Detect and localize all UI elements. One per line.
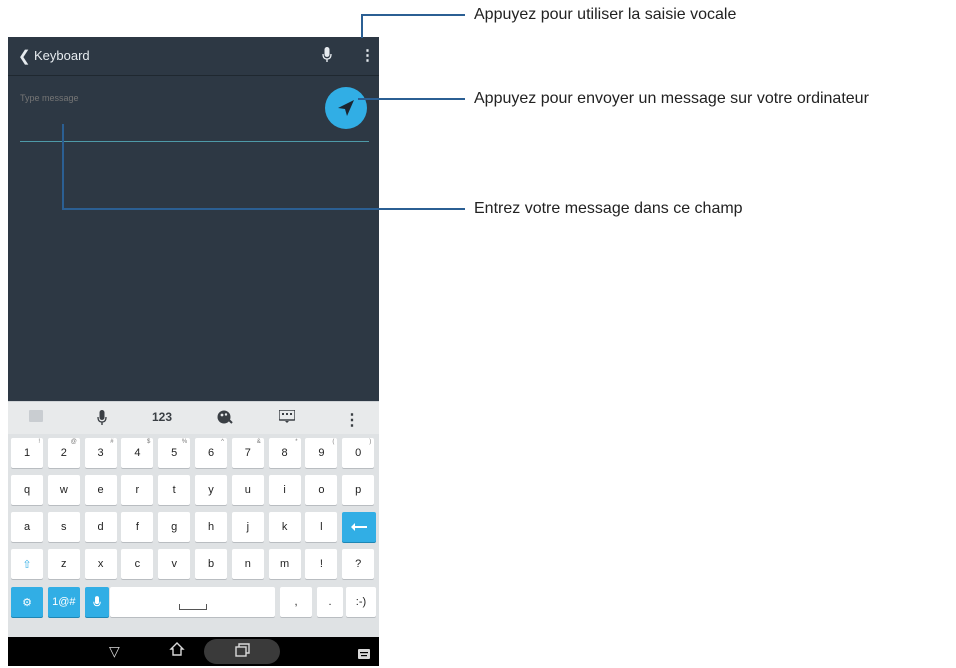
key-1[interactable]: 1! — [11, 438, 43, 468]
key-b[interactable]: b — [195, 549, 227, 579]
key-o[interactable]: o — [305, 475, 338, 505]
key-e[interactable]: e — [84, 475, 117, 505]
key-r[interactable]: r — [121, 475, 154, 505]
key-t[interactable]: t — [158, 475, 191, 505]
home-icon[interactable] — [169, 641, 185, 660]
voice-key[interactable] — [84, 587, 109, 617]
key-z[interactable]: z — [47, 549, 80, 579]
key-i[interactable]: i — [268, 475, 301, 505]
space-key[interactable] — [110, 587, 275, 617]
page-title: Keyboard — [34, 48, 90, 63]
key-f[interactable]: f — [121, 512, 154, 542]
microphone-icon — [92, 595, 101, 606]
numeric-layout-button[interactable]: 123 — [146, 410, 178, 428]
key-x[interactable]: x — [84, 549, 117, 579]
key-8[interactable]: 8 * — [268, 438, 301, 468]
callout-send-text: Appuyez pour envoyer un message sur votr… — [474, 90, 869, 107]
keyboard-toolbar: 123 ⋮ — [8, 401, 379, 435]
key-?[interactable]: ? — [342, 549, 375, 579]
send-icon — [338, 100, 354, 116]
app-bar: ❮ Keyboard ⋮ — [8, 37, 379, 76]
key-k[interactable]: k — [268, 512, 301, 542]
send-button[interactable] — [325, 87, 367, 129]
key-d[interactable]: d — [84, 512, 117, 542]
key-4[interactable]: 4 $ — [121, 438, 154, 468]
key-2[interactable]: 2 @ — [47, 438, 80, 468]
navigation-bar: ▽ — [8, 637, 379, 666]
callout-line-field-vertical — [62, 124, 64, 210]
key-6[interactable]: 6 ^ — [195, 438, 227, 468]
callout-voice-text: Appuyez pour utiliser la saisie vocale — [474, 6, 737, 23]
enter-key[interactable] — [342, 512, 376, 542]
more-vert-icon[interactable]: ⋮ — [360, 46, 375, 64]
callout-line-field — [62, 208, 465, 210]
keyboard-hide-icon[interactable] — [26, 410, 46, 428]
callout-field-text: Entrez votre message dans ce champ — [474, 200, 743, 217]
callout-line-voice — [361, 14, 465, 16]
back-nav-icon[interactable]: ▽ — [109, 643, 120, 660]
space-icon — [178, 604, 207, 610]
shift-icon: ⇧ — [22, 558, 32, 571]
key-l[interactable]: l — [305, 512, 338, 542]
key-y[interactable]: y — [195, 475, 227, 505]
key-j[interactable]: j — [231, 512, 264, 542]
enter-icon — [351, 523, 368, 531]
key-9[interactable]: 9( — [305, 438, 338, 468]
key-5[interactable]: 5% — [158, 438, 191, 468]
key-m[interactable]: m — [268, 549, 301, 579]
microphone-icon[interactable] — [322, 47, 332, 66]
message-underline — [20, 141, 369, 142]
key-h[interactable]: h — [195, 512, 227, 542]
callout-line-send — [358, 98, 465, 100]
key-n[interactable]: n — [231, 549, 264, 579]
key-![interactable]: ! — [305, 549, 338, 579]
keyboard-switch-icon[interactable] — [358, 646, 370, 662]
symbols-key[interactable]: 1@# — [47, 587, 80, 617]
key-u[interactable]: u — [231, 475, 264, 505]
recent-apps-icon[interactable] — [235, 643, 251, 660]
comma-key[interactable]: , — [280, 587, 312, 617]
microphone-icon[interactable] — [92, 410, 112, 428]
key-g[interactable]: g — [158, 512, 191, 542]
key-w[interactable]: w — [47, 475, 80, 505]
key-p[interactable]: p — [342, 475, 375, 505]
message-input[interactable] — [20, 91, 300, 105]
shift-key-left[interactable]: ⇧ — [11, 549, 43, 579]
callout-line-voice-vertical — [361, 14, 363, 38]
keyboard-layout-icon[interactable] — [276, 409, 298, 428]
key-0[interactable]: 0) — [342, 438, 375, 468]
key-s[interactable]: s — [47, 512, 80, 542]
keyboard: 1! 2 @3 #4 $5% 6 ^ 7 & 8 * 9(0) q w e r t y u i o p a s d f g h j k l ⇧… — [8, 434, 379, 637]
settings-key[interactable]: ⚙ — [11, 587, 43, 617]
key-a[interactable]: a — [11, 512, 43, 542]
theme-palette-icon[interactable] — [214, 410, 236, 428]
key-q[interactable]: q — [11, 475, 43, 505]
period-key[interactable]: . — [317, 587, 343, 617]
gear-icon: ⚙ — [22, 596, 32, 609]
key-v[interactable]: v — [158, 549, 191, 579]
key-c[interactable]: c — [121, 549, 154, 579]
back-icon[interactable]: ❮ — [18, 47, 31, 65]
emoticon-key[interactable]: :-) — [346, 587, 376, 617]
key-3[interactable]: 3 # — [84, 438, 117, 468]
key-7[interactable]: 7 & — [231, 438, 264, 468]
more-vert-icon[interactable]: ⋮ — [344, 410, 360, 429]
